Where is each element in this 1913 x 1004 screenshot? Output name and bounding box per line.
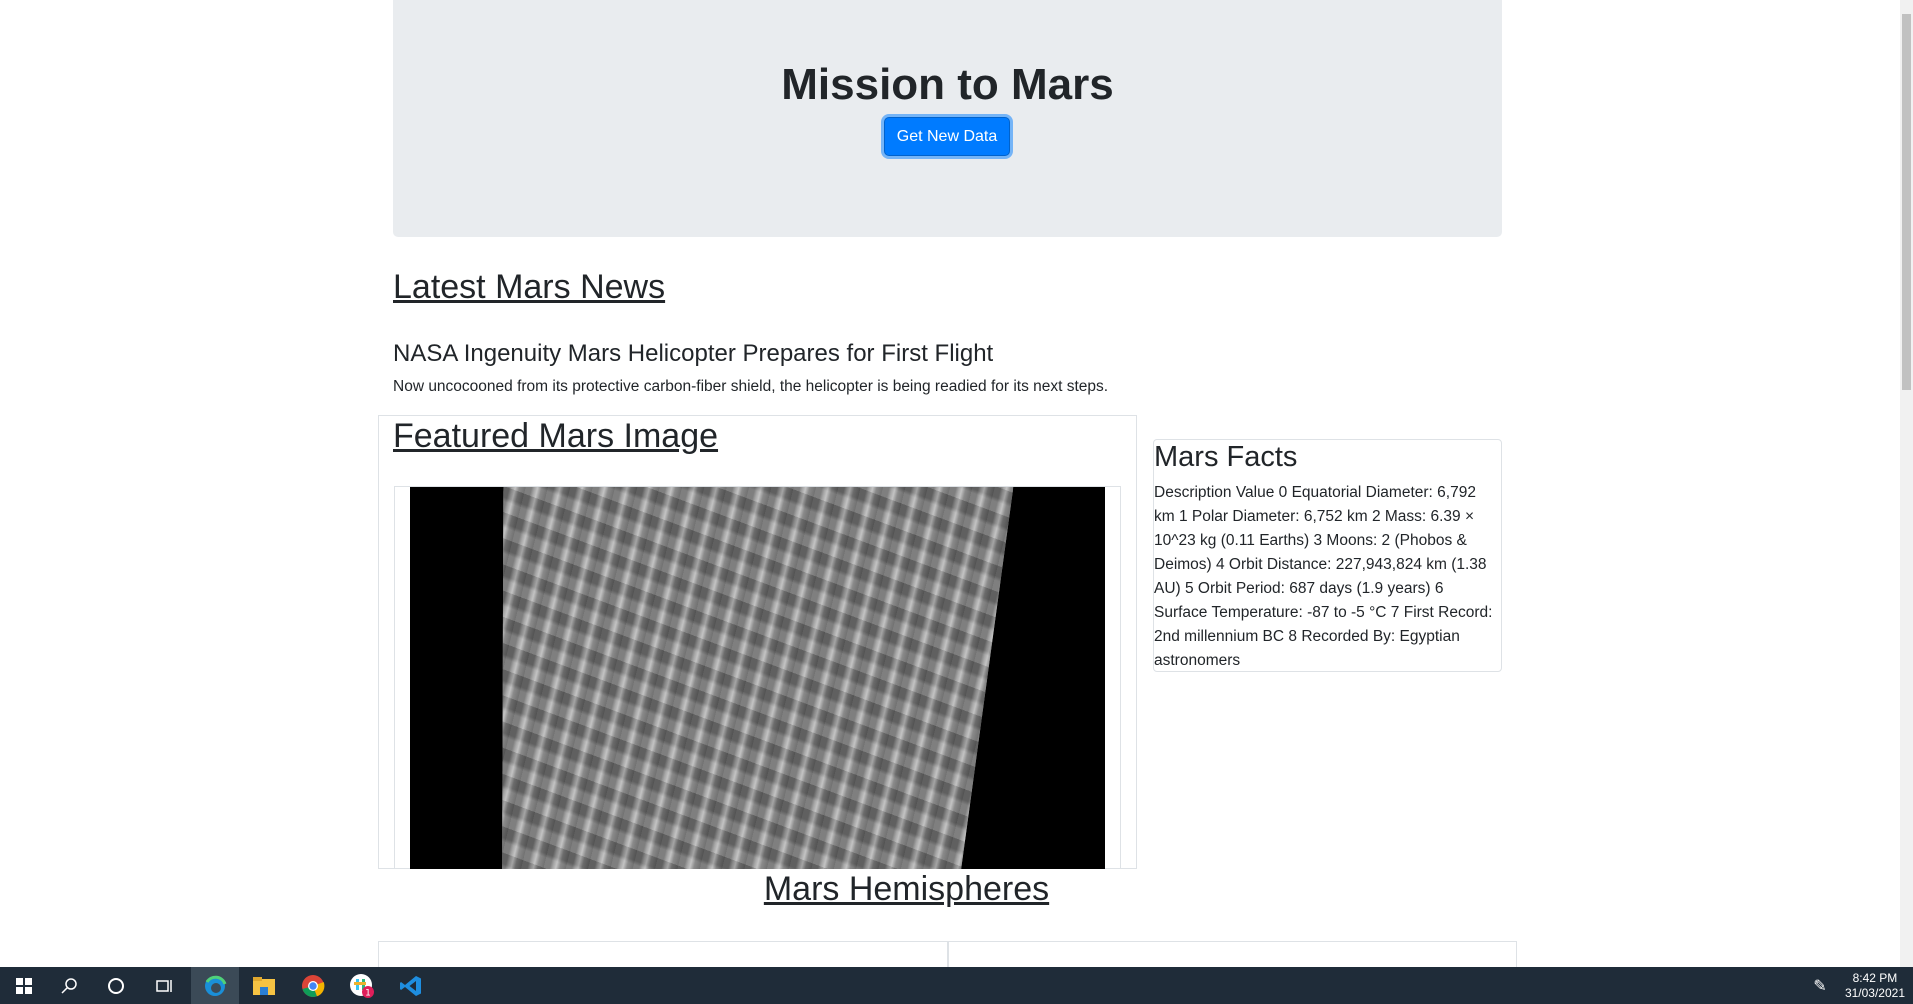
news-teaser: Now uncocooned from its protective carbo… (393, 378, 1109, 395)
edge-icon[interactable] (191, 967, 239, 1004)
search-icon[interactable] (45, 967, 93, 1004)
mars-facts-heading: Mars Facts (1154, 441, 1298, 473)
news-title: NASA Ingenuity Mars Helicopter Prepares … (393, 340, 994, 367)
task-view-icon[interactable] (140, 967, 188, 1004)
hemispheres-heading: Mars Hemispheres (0, 870, 1813, 909)
page-title: Mission to Mars (781, 60, 1114, 109)
slack-icon[interactable]: 1 (338, 967, 386, 1004)
get-new-data-button[interactable]: Get New Data (884, 117, 1010, 156)
system-clock[interactable]: 8:42 PM 31/03/2021 (1845, 971, 1905, 1001)
clock-date: 31/03/2021 (1844, 986, 1905, 1000)
hemispheres-heading-text: Mars Hemispheres (763, 870, 1050, 908)
featured-image-heading: Featured Mars Image (393, 417, 719, 455)
windows-start-icon[interactable] (0, 967, 48, 1004)
vscode-icon[interactable] (387, 967, 435, 1004)
scrollbar-thumb[interactable] (1902, 14, 1911, 390)
clock-time: 8:42 PM (1852, 971, 1898, 985)
mars-facts-table: Description Value 0 Equatorial Diameter:… (1154, 484, 1493, 669)
latest-news-heading: Latest Mars News (393, 268, 666, 306)
featured-mars-image (410, 487, 1105, 869)
file-explorer-icon[interactable] (240, 967, 288, 1004)
slack-badge: 1 (365, 988, 371, 998)
cortana-icon[interactable] (92, 967, 140, 1004)
chrome-icon[interactable] (289, 967, 337, 1004)
taskbar: 1 ✎ 8:42 PM 31/03/2021 (0, 967, 1913, 1004)
pen-icon[interactable]: ✎ (1805, 967, 1835, 1004)
